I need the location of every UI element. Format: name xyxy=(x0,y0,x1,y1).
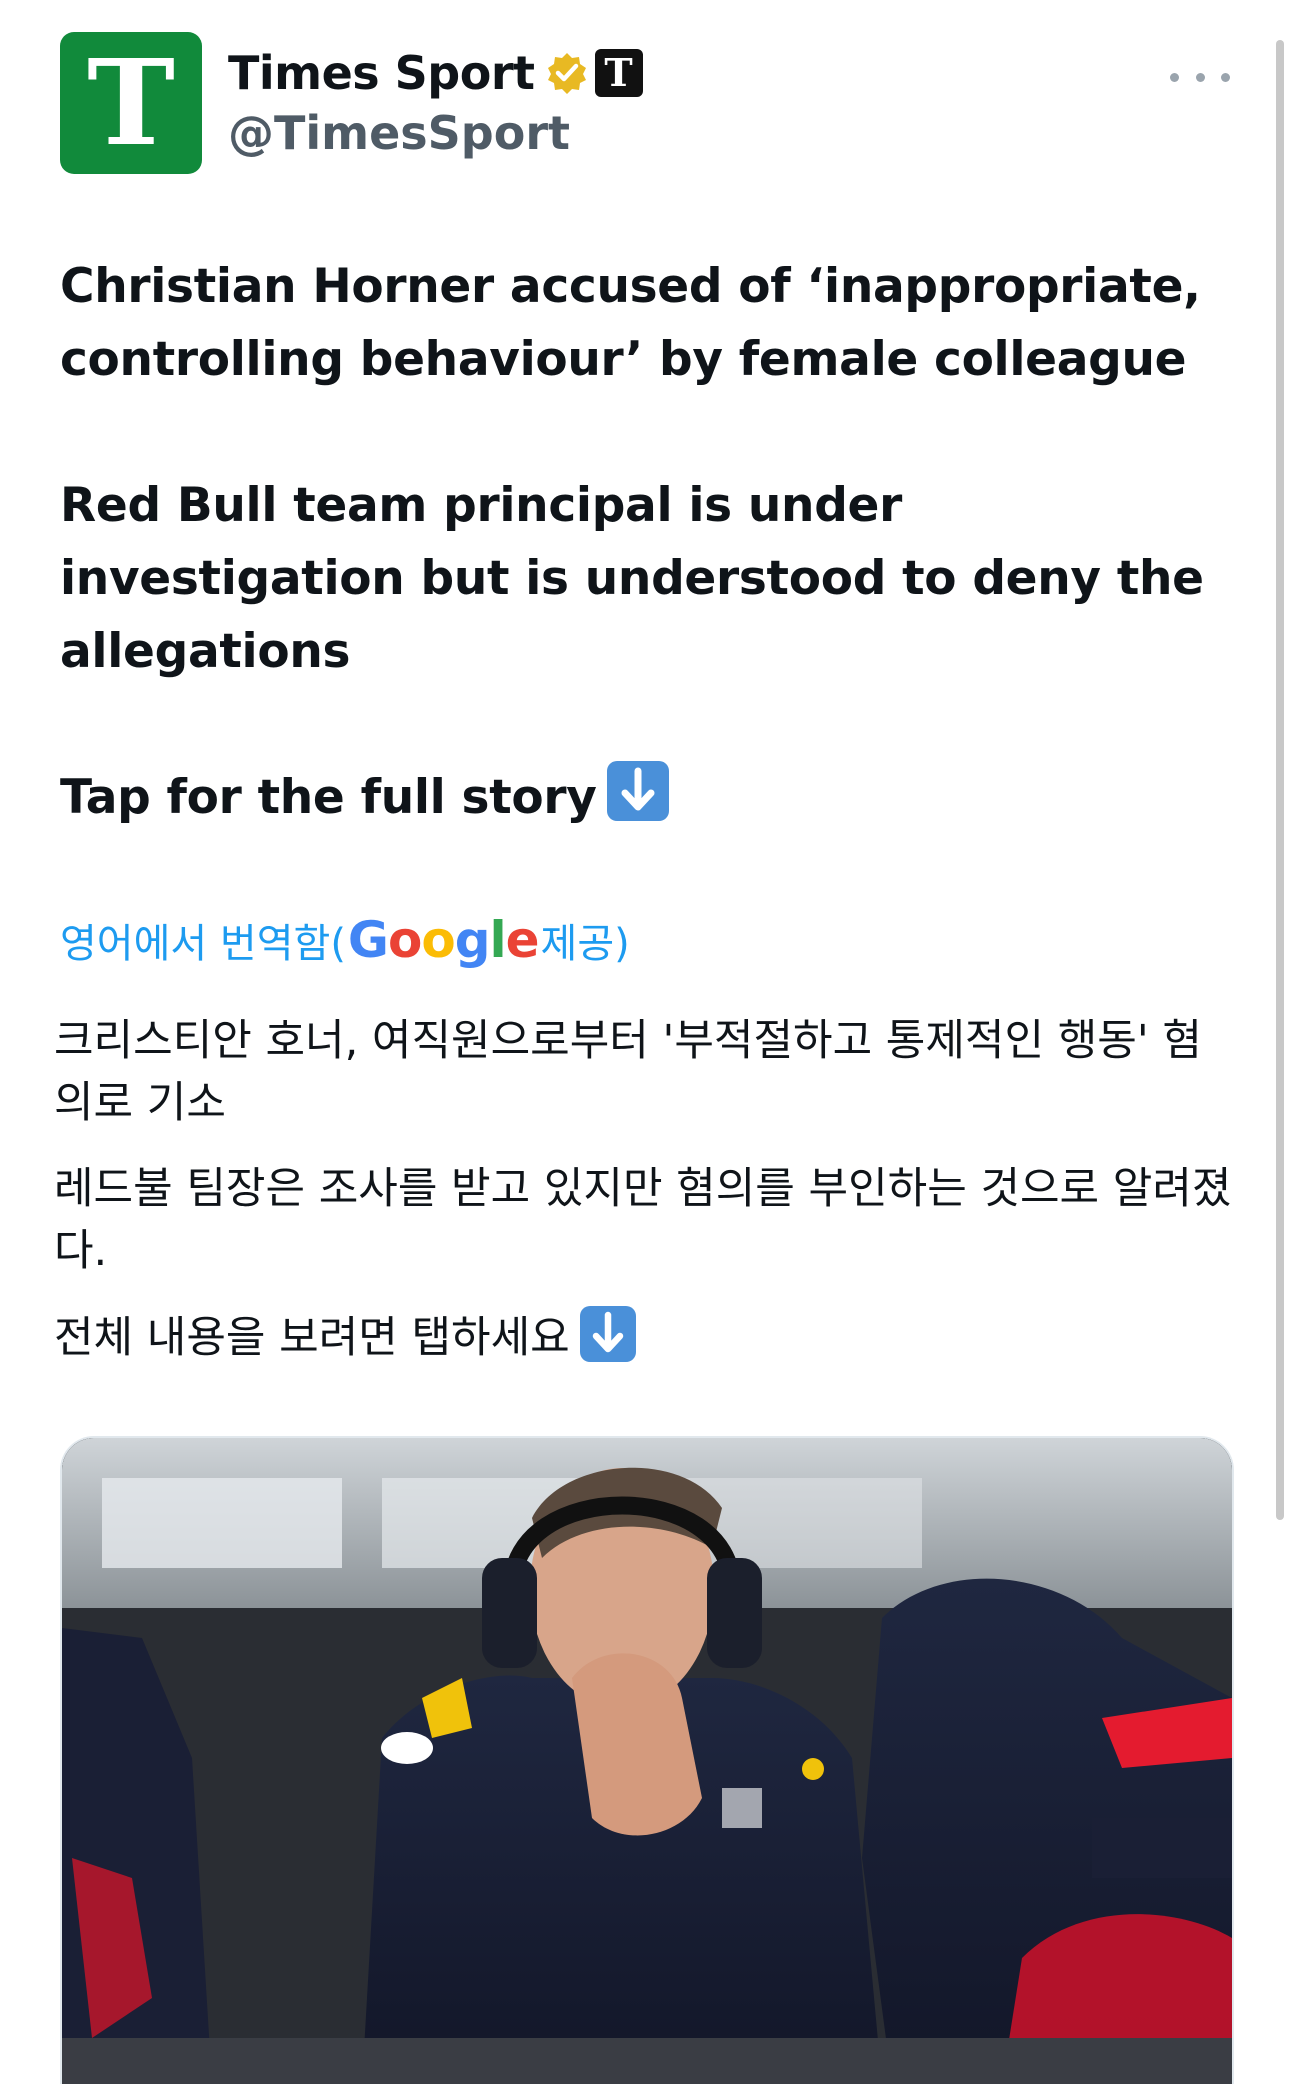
tweet-headline: Christian Horner accused of ‘inappropria… xyxy=(60,259,1201,387)
scrollbar[interactable] xyxy=(1276,40,1284,1520)
down-arrow-emoji-icon xyxy=(579,1306,636,1362)
more-horizontal-icon[interactable] xyxy=(1170,62,1230,92)
display-name[interactable]: Times Sport xyxy=(228,46,535,100)
tweet-cta: Tap for the full story xyxy=(60,761,1230,834)
avatar[interactable]: T xyxy=(60,32,202,174)
translated-headline: 크리스티안 호너, 여직원으로부터 '부적절하고 통제적인 행동' 혐의로 기소 xyxy=(54,1016,1202,1128)
tweet-header: T Times Sport T @TimesSport xyxy=(60,32,1230,182)
translated-by-label[interactable]: 영어에서 번역함( Google 제공) xyxy=(60,910,630,970)
translated-suffix: 제공) xyxy=(540,921,630,967)
down-arrow-emoji-icon xyxy=(606,761,669,821)
avatar-letter: T xyxy=(87,33,175,172)
google-logo: Google xyxy=(347,911,540,969)
translated-cta-text: 전체 내용을 보려면 탭하세요 xyxy=(54,1313,570,1363)
translated-standfirst: 레드불 팀장은 조사를 받고 있지만 혐의를 부인하는 것으로 알려졌다. xyxy=(54,1164,1232,1276)
affiliate-letter: T xyxy=(604,50,633,95)
display-name-row: Times Sport T xyxy=(228,42,643,104)
translated-text: 크리스티안 호너, 여직원으로부터 '부적절하고 통제적인 행동' 혐의로 기소… xyxy=(54,1010,1234,1393)
tweet-standfirst: Red Bull team principal is under investi… xyxy=(60,478,1204,679)
translated-cta: 전체 내용을 보려면 탭하세요 xyxy=(54,1306,1234,1369)
tweet-cta-text: Tap for the full story xyxy=(60,770,597,825)
link-card-image[interactable] xyxy=(60,1436,1234,2084)
affiliate-badge-icon[interactable]: T xyxy=(594,49,643,97)
verified-badge-icon xyxy=(545,51,589,95)
account-names: Times Sport T @TimesSport xyxy=(228,42,643,160)
account-handle[interactable]: @TimesSport xyxy=(228,106,643,160)
translated-prefix: 영어에서 번역함( xyxy=(60,921,346,967)
tweet-text: Christian Horner accused of ‘inappropria… xyxy=(60,250,1230,834)
news-photo xyxy=(62,1438,1232,2084)
